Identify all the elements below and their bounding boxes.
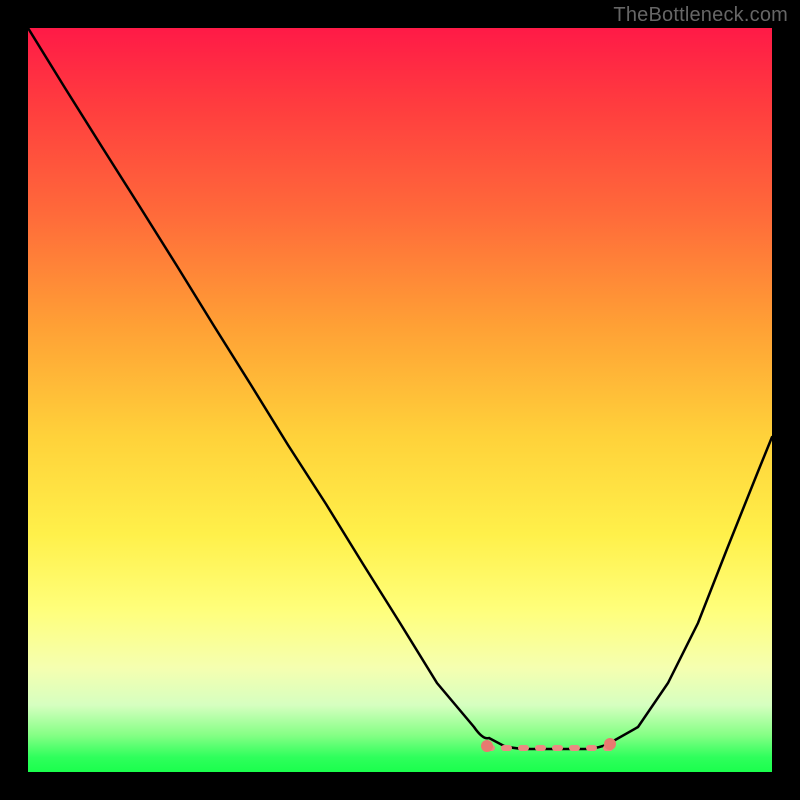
flat-segment-start-dot [481,740,493,752]
flat-segment-end-dot [604,738,616,750]
attribution-text: TheBottleneck.com [613,4,788,27]
chart-frame: TheBottleneck.com [0,0,800,800]
curve-path [28,28,772,749]
bottleneck-curve [28,28,772,772]
plot-area [28,28,772,772]
